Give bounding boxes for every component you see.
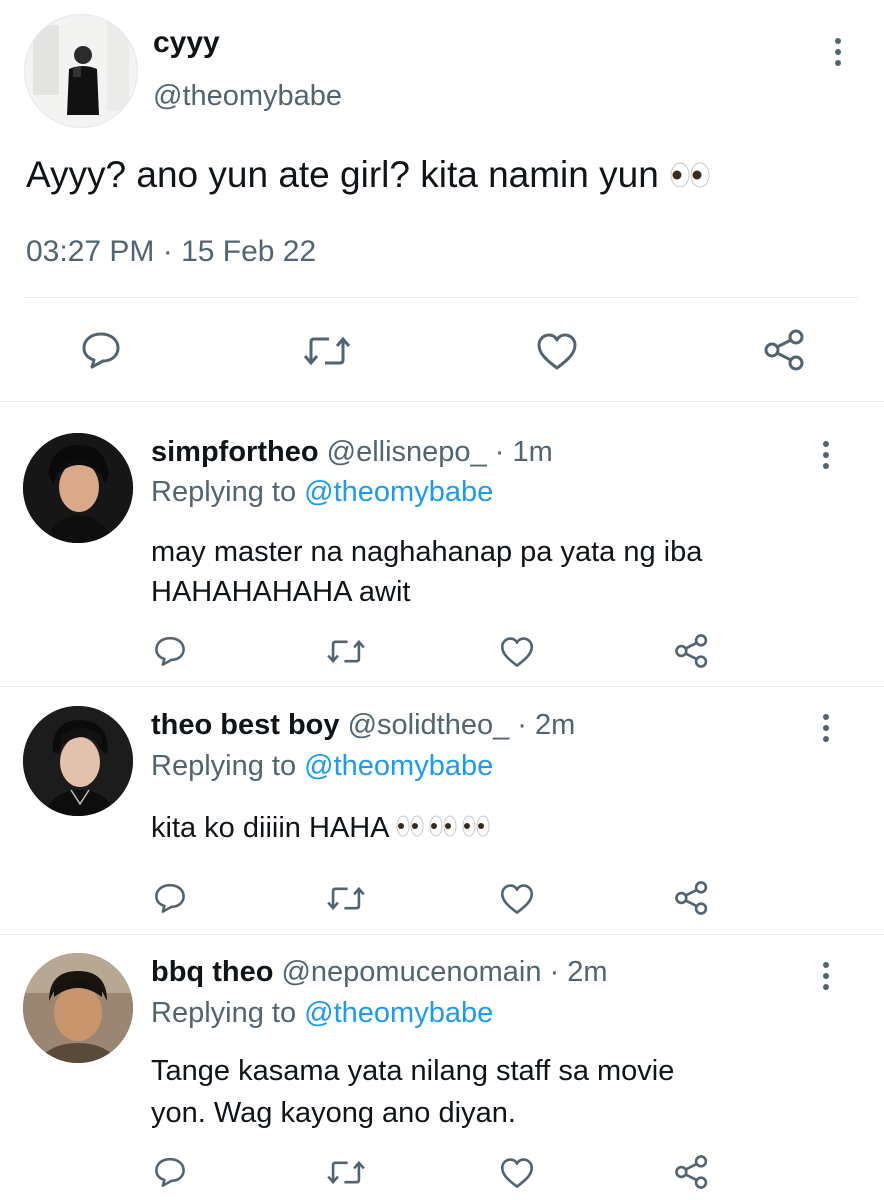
share-icon[interactable] xyxy=(674,880,710,916)
eyes-emoji-icon xyxy=(396,813,496,846)
like-icon[interactable] xyxy=(499,883,535,916)
reply-text-line: HAHAHAHAHA awit xyxy=(151,576,411,608)
like-icon[interactable] xyxy=(535,332,579,372)
handle[interactable]: @nepomucenomain xyxy=(281,956,541,988)
retweet-icon[interactable] xyxy=(325,883,367,914)
reply-text: may master na naghahanap pa yata ng iba … xyxy=(151,532,702,612)
replying-to-link[interactable]: @theomybabe xyxy=(304,750,493,782)
more-icon[interactable] xyxy=(822,714,830,747)
replying-to-link[interactable]: @theomybabe xyxy=(304,476,493,508)
more-icon[interactable] xyxy=(822,441,830,474)
tweet-text: Ayyy? ano yun ate girl? kita namin yun xyxy=(26,154,713,198)
like-icon[interactable] xyxy=(499,636,535,669)
divider xyxy=(0,401,884,402)
reply-icon[interactable] xyxy=(153,1156,187,1188)
like-icon[interactable] xyxy=(499,1157,535,1190)
reply-text: Tange kasama yata nilang staff sa movie … xyxy=(151,1050,674,1134)
replying-to-link[interactable]: @theomybabe xyxy=(304,997,493,1029)
replying-to: Replying to @theomybabe xyxy=(151,750,493,783)
replying-prefix: Replying to xyxy=(151,997,297,1029)
reply-icon[interactable] xyxy=(153,882,187,914)
reply-text: kita ko diiiin HAHA xyxy=(151,812,496,846)
handle[interactable]: @solidtheo_ xyxy=(348,709,510,741)
more-icon[interactable] xyxy=(822,962,830,995)
reply-icon[interactable] xyxy=(153,635,187,667)
replying-to: Replying to @theomybabe xyxy=(151,997,493,1030)
share-icon[interactable] xyxy=(674,1154,710,1190)
divider xyxy=(24,297,858,298)
more-icon[interactable] xyxy=(834,38,842,71)
avatar[interactable] xyxy=(23,706,133,816)
reply-time[interactable]: · 1m xyxy=(495,436,553,468)
reply-header: bbq theo @nepomucenomain · 2m xyxy=(151,956,608,989)
reply-header: simpfortheo @ellisnepo_ · 1m xyxy=(151,436,553,469)
reply-time[interactable]: · 2m xyxy=(550,956,608,988)
timestamp[interactable]: 03:27 PM · 15 Feb 22 xyxy=(26,235,316,269)
divider xyxy=(0,934,884,935)
reply-header: theo best boy @solidtheo_ · 2m xyxy=(151,709,575,742)
share-icon[interactable] xyxy=(674,633,710,669)
reply-text-line: Tange kasama yata nilang staff sa movie xyxy=(151,1055,675,1087)
retweet-icon[interactable] xyxy=(301,332,353,370)
avatar[interactable] xyxy=(23,953,133,1063)
avatar[interactable] xyxy=(23,433,133,543)
retweet-icon[interactable] xyxy=(325,636,367,667)
replying-prefix: Replying to xyxy=(151,750,297,782)
display-name[interactable]: bbq theo xyxy=(151,956,273,988)
display-name[interactable]: theo best boy xyxy=(151,709,340,741)
handle[interactable]: @ellisnepo_ xyxy=(327,436,487,468)
reply-text-line: yon. Wag kayong ano diyan. xyxy=(151,1097,516,1129)
handle[interactable]: @theomybabe xyxy=(153,80,342,113)
reply-text-line: may master na naghahanap pa yata ng iba xyxy=(151,536,703,568)
tweet-text-body: Ayyy? ano yun ate girl? kita namin yun xyxy=(26,154,659,195)
replying-prefix: Replying to xyxy=(151,476,297,508)
reply-icon[interactable] xyxy=(80,330,122,370)
replying-to: Replying to @theomybabe xyxy=(151,476,493,509)
display-name[interactable]: cyyy xyxy=(153,26,220,60)
avatar[interactable] xyxy=(24,14,138,128)
reply-text-line: kita ko diiiin HAHA xyxy=(151,812,388,844)
display-name[interactable]: simpfortheo xyxy=(151,436,319,468)
divider xyxy=(0,686,884,687)
share-icon[interactable] xyxy=(763,328,807,372)
eyes-emoji-icon xyxy=(669,156,713,198)
reply-time[interactable]: · 2m xyxy=(517,709,575,741)
retweet-icon[interactable] xyxy=(325,1157,367,1188)
